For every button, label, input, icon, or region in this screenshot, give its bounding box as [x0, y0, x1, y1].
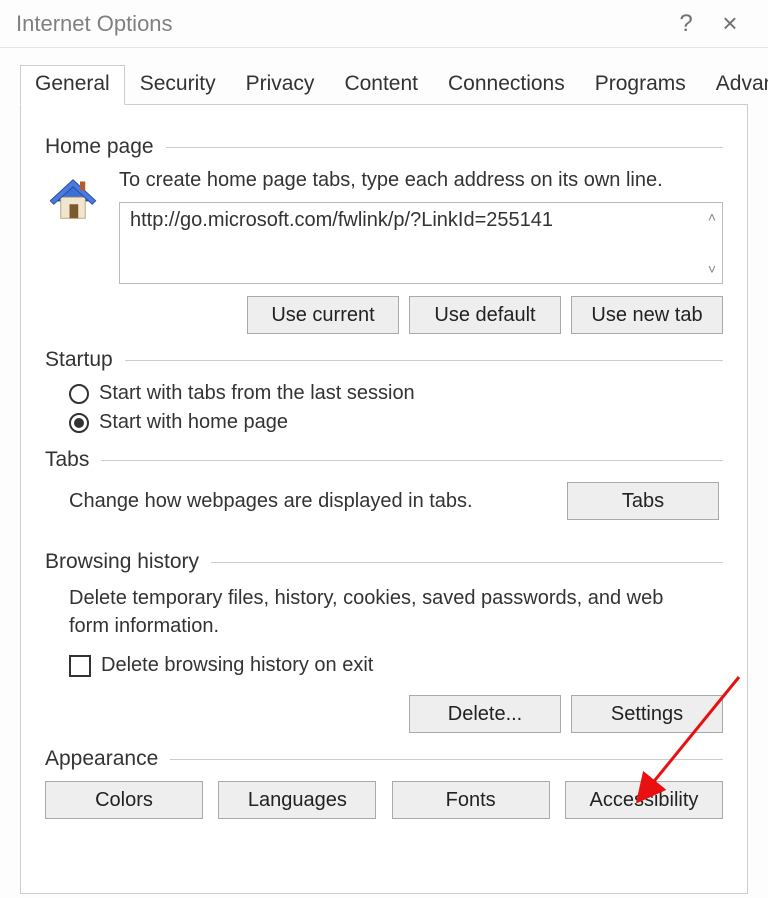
radio-last-session[interactable]: Start with tabs from the last session: [69, 382, 723, 405]
radio-icon-checked: [69, 413, 89, 433]
group-label-tabs: Tabs: [45, 448, 101, 472]
colors-button[interactable]: Colors: [45, 781, 203, 819]
divider: [125, 360, 723, 361]
group-label-home: Home page: [45, 135, 166, 159]
general-panel: Home page To create home page tabs, type…: [20, 104, 748, 894]
tab-advanced[interactable]: Advanced: [701, 65, 768, 105]
tab-general[interactable]: General: [20, 65, 125, 105]
history-description: Delete temporary files, history, cookies…: [69, 584, 683, 640]
languages-button[interactable]: Languages: [218, 781, 376, 819]
home-url-input[interactable]: http://go.microsoft.com/fwlink/p/?LinkId…: [119, 202, 723, 284]
group-label-appearance: Appearance: [45, 747, 170, 771]
radio-home-page[interactable]: Start with home page: [69, 411, 723, 434]
checkbox-icon: [69, 655, 91, 677]
tab-privacy[interactable]: Privacy: [231, 65, 330, 105]
group-home-page: Home page: [45, 135, 723, 159]
close-button[interactable]: ×: [708, 8, 752, 39]
window-title: Internet Options: [16, 11, 664, 37]
internet-options-window: Internet Options ? × General Security Pr…: [0, 0, 768, 898]
settings-button[interactable]: Settings: [571, 695, 723, 733]
group-appearance: Appearance: [45, 747, 723, 771]
appearance-buttons: Colors Languages Fonts Accessibility: [45, 781, 723, 819]
delete-button[interactable]: Delete...: [409, 695, 561, 733]
tab-strip: General Security Privacy Content Connect…: [0, 48, 768, 104]
group-browsing-history: Browsing history: [45, 550, 723, 574]
tab-security[interactable]: Security: [125, 65, 231, 105]
checkbox-label: Delete browsing history on exit: [101, 654, 373, 677]
help-button[interactable]: ?: [664, 10, 708, 38]
fonts-button[interactable]: Fonts: [392, 781, 550, 819]
home-url-value: http://go.microsoft.com/fwlink/p/?LinkId…: [130, 209, 553, 231]
divider: [211, 562, 723, 563]
radio-label: Start with home page: [99, 411, 288, 434]
history-buttons: Delete... Settings: [45, 695, 723, 733]
divider: [166, 147, 723, 148]
use-default-button[interactable]: Use default: [409, 296, 561, 334]
radio-icon: [69, 384, 89, 404]
divider: [101, 460, 723, 461]
tab-connections[interactable]: Connections: [433, 65, 580, 105]
home-buttons: Use current Use default Use new tab: [45, 296, 723, 334]
divider: [170, 759, 723, 760]
delete-on-exit-checkbox[interactable]: Delete browsing history on exit: [69, 654, 723, 677]
accessibility-button[interactable]: Accessibility: [565, 781, 723, 819]
home-description: To create home page tabs, type each addr…: [119, 169, 723, 192]
home-icon: [45, 171, 101, 227]
use-new-tab-button[interactable]: Use new tab: [571, 296, 723, 334]
group-tabs: Tabs: [45, 448, 723, 472]
home-page-row: To create home page tabs, type each addr…: [45, 169, 723, 284]
radio-label: Start with tabs from the last session: [99, 382, 415, 405]
tabs-button[interactable]: Tabs: [567, 482, 719, 520]
scroll-up-icon[interactable]: ˄: [708, 209, 716, 225]
use-current-button[interactable]: Use current: [247, 296, 399, 334]
home-content: To create home page tabs, type each addr…: [119, 169, 723, 284]
scroll-down-icon[interactable]: ˅: [708, 261, 716, 277]
tabs-description: Change how webpages are displayed in tab…: [69, 490, 473, 513]
tab-programs[interactable]: Programs: [580, 65, 701, 105]
group-label-history: Browsing history: [45, 550, 211, 574]
tab-content[interactable]: Content: [329, 65, 433, 105]
group-label-startup: Startup: [45, 348, 125, 372]
titlebar: Internet Options ? ×: [0, 0, 768, 48]
tabs-section-row: Change how webpages are displayed in tab…: [69, 482, 719, 520]
group-startup: Startup: [45, 348, 723, 372]
